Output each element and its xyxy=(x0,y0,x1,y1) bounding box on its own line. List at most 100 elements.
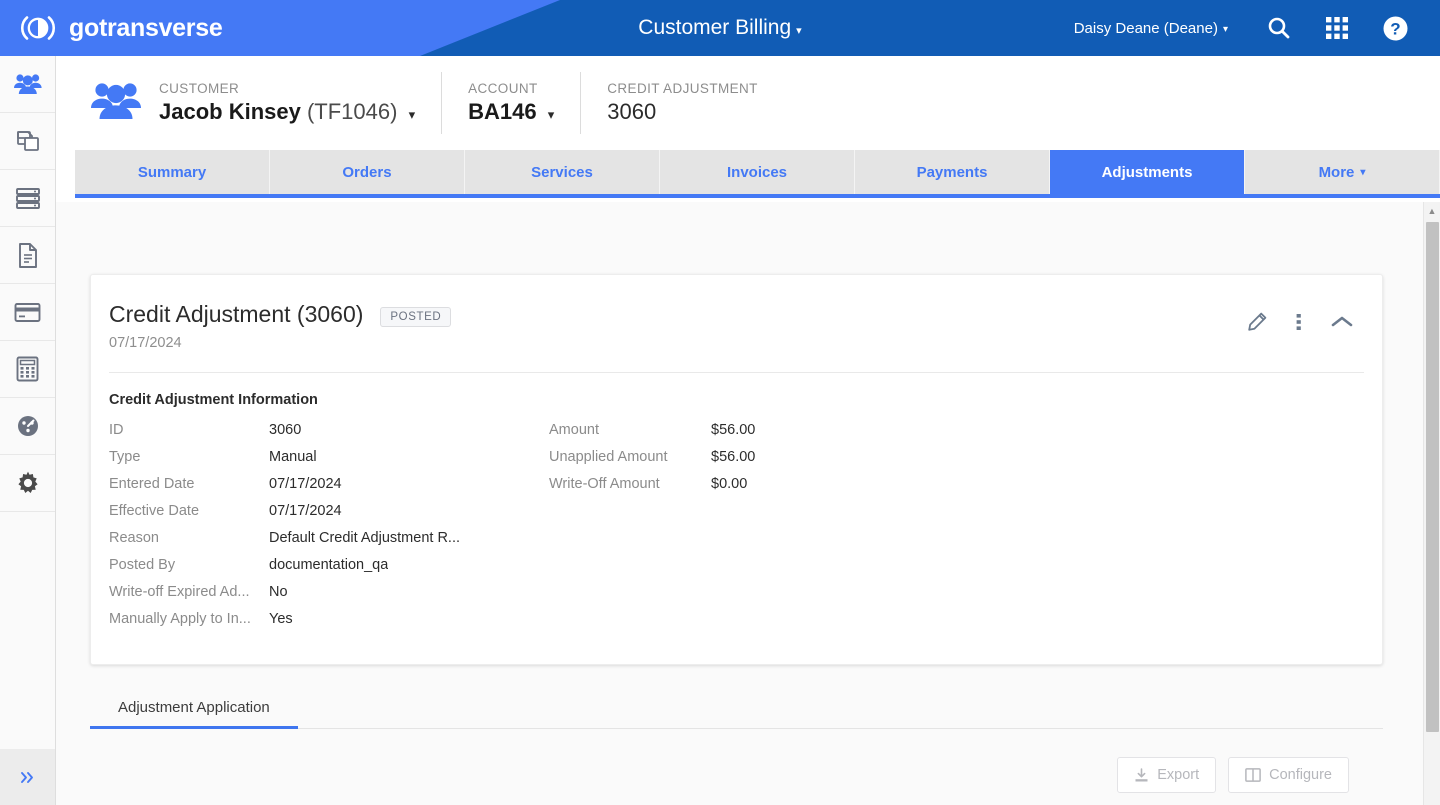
tab-label: Adjustments xyxy=(1101,163,1193,181)
tab-label: Summary xyxy=(137,163,207,181)
breadcrumb: CUSTOMER Jacob Kinsey (TF1046) ▾ ACCOUNT… xyxy=(56,56,1440,150)
field-label: Write-off Expired Ad... xyxy=(109,584,250,600)
card-date: 07/17/2024 xyxy=(109,335,182,351)
chevron-down-icon[interactable]: ▾ xyxy=(548,107,555,122)
card-header: Credit Adjustment (3060) POSTED 07/17/20… xyxy=(91,275,1382,351)
chevron-down-icon: ▾ xyxy=(1222,23,1228,35)
user-menu[interactable]: Daisy Deane (Deane) ▾ xyxy=(1074,20,1228,37)
tab-label: Orders xyxy=(342,163,392,181)
sidebar-item-documents[interactable] xyxy=(0,227,55,284)
breadcrumb-customer-value: Jacob Kinsey (TF1046) ▾ xyxy=(159,99,415,125)
field-value: Yes xyxy=(269,611,293,627)
user-menu-label: Daisy Deane (Deane) xyxy=(1073,19,1218,37)
sidebar-item-settings[interactable] xyxy=(0,455,55,512)
server-stack-icon xyxy=(15,188,40,209)
document-icon xyxy=(18,242,37,268)
sidebar-item-rating[interactable] xyxy=(0,170,55,227)
more-options-button[interactable] xyxy=(1296,311,1302,333)
field-value: 07/17/2024 xyxy=(269,476,342,492)
field-row: Write-off Expired Ad... No xyxy=(109,584,549,611)
field-value: Manual xyxy=(269,449,317,465)
copy-pages-icon xyxy=(16,131,39,151)
main-content: CUSTOMER Jacob Kinsey (TF1046) ▾ ACCOUNT… xyxy=(56,56,1440,805)
sub-tab-label: Adjustment Application xyxy=(118,699,270,716)
detail-fields: ID 3060 Type Manual Entered Date 07/17/2… xyxy=(91,408,1382,638)
sidebar-item-payments[interactable] xyxy=(0,284,55,341)
sub-tab-bar: Adjustment Application xyxy=(90,689,1383,729)
chevron-down-icon: ▾ xyxy=(1360,166,1366,178)
edit-button[interactable] xyxy=(1246,311,1268,333)
sidebar-expand-button[interactable] xyxy=(0,749,55,805)
status-badge: POSTED xyxy=(380,306,452,327)
field-label: Effective Date xyxy=(109,503,200,519)
more-vertical-icon xyxy=(1296,314,1301,330)
apps-grid-button[interactable] xyxy=(1308,0,1366,56)
app-title-text: Customer Billing xyxy=(638,16,792,39)
sidebar-item-products[interactable] xyxy=(0,113,55,170)
breadcrumb-account[interactable]: ACCOUNT BA146 ▾ xyxy=(468,81,554,125)
help-icon: ? xyxy=(1383,16,1407,40)
gauge-icon xyxy=(17,416,38,436)
field-value: No xyxy=(269,584,288,600)
breadcrumb-account-number: BA146 xyxy=(468,99,537,124)
search-icon xyxy=(1268,17,1290,39)
field-value: $56.00 xyxy=(711,449,756,465)
customers-group-icon xyxy=(91,82,141,119)
tab-summary[interactable]: Summary xyxy=(75,150,270,194)
field-row: Write-Off Amount $0.00 xyxy=(549,476,755,503)
export-button-label: Export xyxy=(1157,767,1200,783)
field-label: ID xyxy=(109,422,124,438)
scroll-up-arrow[interactable]: ▲ xyxy=(1424,202,1440,219)
tab-orders[interactable]: Orders xyxy=(270,150,465,194)
breadcrumb-divider xyxy=(580,72,582,134)
field-value: $0.00 xyxy=(711,476,748,492)
chevron-down-icon[interactable]: ▾ xyxy=(409,107,416,122)
help-button[interactable]: ? xyxy=(1366,0,1424,56)
vertical-scrollbar[interactable]: ▲ xyxy=(1423,202,1440,805)
sidebar-item-customers[interactable] xyxy=(0,56,55,113)
download-icon xyxy=(1135,767,1148,781)
breadcrumb-credit-adjustment: CREDIT ADJUSTMENT 3060 xyxy=(607,81,758,125)
customers-group-icon xyxy=(13,74,42,94)
double-chevron-right-icon xyxy=(21,771,33,783)
edit-pencil-icon xyxy=(1248,312,1267,331)
field-row: Posted By documentation_qa xyxy=(109,557,549,584)
tab-adjustment-application[interactable]: Adjustment Application xyxy=(90,689,298,729)
tab-payments[interactable]: Payments xyxy=(855,150,1050,194)
field-value: 07/17/2024 xyxy=(269,503,342,519)
tab-services[interactable]: Services xyxy=(465,150,660,194)
field-row: Reason Default Credit Adjustment R... xyxy=(109,530,549,557)
field-label: Amount xyxy=(549,422,599,438)
field-label: Posted By xyxy=(109,557,176,573)
header-right-controls: Daisy Deane (Deane) ▾ ? xyxy=(1074,0,1424,56)
left-sidebar xyxy=(0,56,56,805)
grid-toolbar: Export Configure xyxy=(90,745,1383,805)
apps-grid-icon xyxy=(1326,17,1348,39)
page-title: Credit Adjustment (3060) xyxy=(109,301,364,327)
export-button[interactable]: Export xyxy=(1117,757,1217,793)
content-scroll-area: Credit Adjustment (3060) POSTED 07/17/20… xyxy=(56,202,1440,805)
configure-button[interactable]: Configure xyxy=(1228,757,1349,793)
sidebar-item-calculator[interactable] xyxy=(0,341,55,398)
chevron-down-icon: ▾ xyxy=(796,24,802,37)
field-row: Unapplied Amount $56.00 xyxy=(549,449,755,476)
field-value: $56.00 xyxy=(711,422,756,438)
field-value: documentation_qa xyxy=(269,557,389,573)
field-value: Default Credit Adjustment R... xyxy=(269,530,460,546)
scrollbar-thumb[interactable] xyxy=(1426,222,1439,732)
field-row: Amount $56.00 xyxy=(549,422,755,449)
tab-invoices[interactable]: Invoices xyxy=(660,150,855,194)
tab-adjustments[interactable]: Adjustments xyxy=(1050,150,1245,194)
breadcrumb-account-value: BA146 ▾ xyxy=(468,99,554,125)
breadcrumb-divider xyxy=(441,72,443,134)
tab-more[interactable]: More ▾ xyxy=(1245,150,1440,194)
tab-label: More xyxy=(1318,163,1355,181)
collapse-card-button[interactable] xyxy=(1330,314,1354,330)
sidebar-item-dashboard[interactable] xyxy=(0,398,55,455)
field-row: Manually Apply to In... Yes xyxy=(109,611,549,638)
field-row: Effective Date 07/17/2024 xyxy=(109,503,549,530)
breadcrumb-customer[interactable]: CUSTOMER Jacob Kinsey (TF1046) ▾ xyxy=(159,81,415,125)
search-button[interactable] xyxy=(1250,0,1308,56)
tab-label: Payments xyxy=(916,163,988,181)
detail-fields-right-column: Amount $56.00 Unapplied Amount $56.00 Wr… xyxy=(549,422,755,638)
